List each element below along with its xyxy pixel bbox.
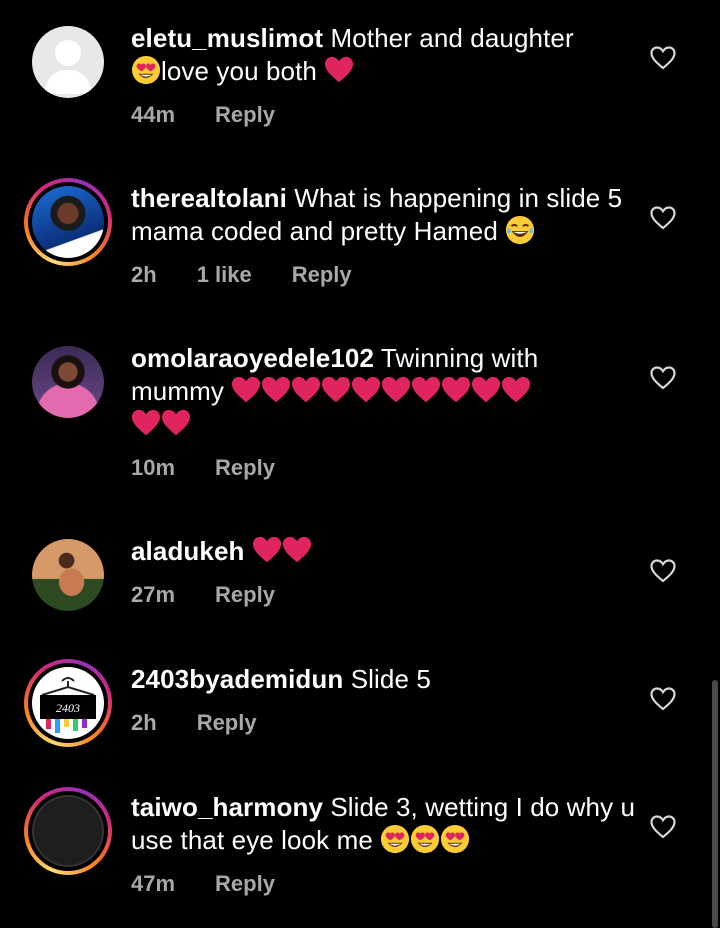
comment-body: Slide 5 [350, 664, 431, 694]
comment-username[interactable]: taiwo_harmony [131, 792, 323, 822]
like-heart-icon[interactable] [650, 46, 676, 70]
heart-eyes-emoji-icon [440, 824, 470, 854]
like-count[interactable]: 1 like [197, 262, 252, 288]
tears-of-joy-emoji-icon [505, 215, 535, 245]
red-heart-emoji-icon [441, 375, 471, 405]
comment-body-line2: love you both [161, 56, 317, 86]
reply-button[interactable]: Reply [292, 262, 352, 288]
red-heart-emoji-icon [351, 375, 381, 405]
avatar[interactable] [24, 787, 112, 875]
red-heart-emoji-icon [411, 375, 441, 405]
avatar[interactable] [24, 18, 112, 106]
comment-body: Mother and daughter [330, 23, 574, 53]
heart-eyes-emoji-icon [410, 824, 440, 854]
dark-avatar [32, 795, 104, 867]
avatar[interactable] [24, 531, 112, 619]
red-heart-emoji-icon [282, 535, 312, 565]
comment-time: 2h [131, 710, 157, 735]
heart-eyes-emoji-icon [380, 824, 410, 854]
svg-text:2403: 2403 [56, 701, 80, 715]
like-heart-icon[interactable] [650, 687, 676, 711]
comment-meta: 27m Reply [131, 582, 315, 608]
red-heart-emoji-icon [161, 408, 191, 438]
red-heart-emoji-icon [291, 375, 321, 405]
red-heart-emoji-icon [471, 375, 501, 405]
red-heart-emoji-icon [324, 55, 354, 85]
comment-username[interactable]: omolaraoyedele102 [131, 343, 374, 373]
woman-photo-avatar [32, 346, 104, 418]
comment-meta: 47m Reply [131, 871, 315, 897]
heart-eyes-emoji-icon [131, 55, 161, 85]
comment-username[interactable]: eletu_muslimot [131, 23, 323, 53]
comment-meta: 10m Reply [131, 455, 315, 481]
like-heart-icon[interactable] [650, 815, 676, 839]
avatar[interactable] [24, 338, 112, 426]
avatar[interactable]: 2403 [24, 659, 112, 747]
default-avatar-icon [32, 26, 104, 98]
red-heart-emoji-icon [231, 375, 261, 405]
comment-username[interactable]: 2403byademidun [131, 664, 343, 694]
comment-username[interactable]: therealtolani [131, 183, 287, 213]
red-heart-emoji-icon [252, 535, 282, 565]
scrollbar[interactable] [712, 680, 718, 928]
comment-time: 44m [131, 102, 176, 127]
comments-list: eletu_muslimot Mother and daughter love … [0, 0, 720, 928]
red-heart-emoji-icon [261, 375, 291, 405]
red-heart-emoji-icon [321, 375, 351, 405]
reply-button[interactable]: Reply [197, 710, 257, 736]
comment-username[interactable]: aladukeh [131, 536, 245, 566]
logo-2403-avatar: 2403 [32, 667, 104, 739]
red-heart-emoji-icon [381, 375, 411, 405]
comment-meta: 2h 1 like Reply [131, 262, 392, 288]
reply-button[interactable]: Reply [215, 582, 275, 608]
comment-time: 10m [131, 455, 176, 480]
avatar[interactable] [24, 178, 112, 266]
reply-button[interactable]: Reply [215, 871, 275, 897]
comment-text: taiwo_harmony Slide 3, wetting I do why … [131, 791, 636, 857]
comment-time: 47m [131, 871, 176, 896]
like-heart-icon[interactable] [650, 366, 676, 390]
woman-photo-avatar [32, 186, 104, 258]
comment-text: omolaraoyedele102 Twinning with mummy [131, 342, 636, 441]
comment-meta: 44m Reply [131, 102, 315, 128]
comment-text: aladukeh [131, 535, 636, 568]
red-heart-emoji-icon [131, 408, 161, 438]
comment-meta: 2h Reply [131, 710, 297, 736]
comment-time: 27m [131, 582, 176, 607]
comment-text: 2403byademidun Slide 5 [131, 663, 636, 696]
comment-text: eletu_muslimot Mother and daughter love … [131, 22, 636, 88]
comment-time: 2h [131, 262, 157, 287]
woman-photo-avatar [32, 539, 104, 611]
reply-button[interactable]: Reply [215, 455, 275, 481]
reply-button[interactable]: Reply [215, 102, 275, 128]
like-heart-icon[interactable] [650, 206, 676, 230]
red-heart-emoji-icon [501, 375, 531, 405]
like-heart-icon[interactable] [650, 559, 676, 583]
comment-text: therealtolani What is happening in slide… [131, 182, 636, 248]
